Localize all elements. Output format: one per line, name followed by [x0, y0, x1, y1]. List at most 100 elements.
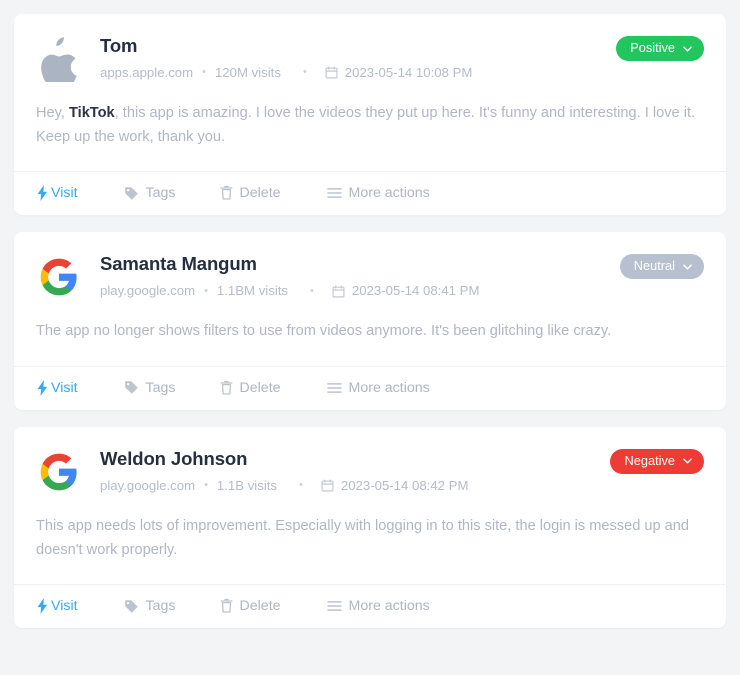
review-date: 2023-05-14 08:41 PM — [351, 283, 480, 299]
review-body-suffix: This app needs lots of improvement. Espe… — [36, 517, 690, 558]
sentiment-label: Positive — [630, 40, 675, 56]
review-site: play.google.com — [100, 478, 196, 494]
review-meta: play.google.com • 1.1B visits • 2023-05-… — [100, 479, 596, 492]
meta-separator-dot: • — [310, 284, 314, 297]
meta-separator-dot: • — [204, 479, 208, 492]
trash-icon — [219, 185, 233, 201]
calendar-icon — [325, 66, 338, 79]
sentiment-badge[interactable]: Negative — [610, 448, 704, 474]
review-body: Hey, TikTok, this app is amazing. I love… — [36, 102, 704, 149]
meta-separator-dot: • — [299, 479, 303, 492]
google-logo-icon — [36, 254, 82, 300]
tags-label: Tags — [145, 379, 176, 396]
review-header: Samanta Mangum play.google.com • 1.1BM v… — [36, 252, 704, 300]
review-card-content: Samanta Mangum play.google.com • 1.1BM v… — [14, 232, 726, 366]
review-meta: apps.apple.com • 120M visits • 2023-05-1… — [100, 66, 602, 79]
chevron-down-icon — [683, 458, 692, 464]
calendar-icon — [332, 285, 345, 298]
visit-button[interactable]: Visit — [36, 598, 78, 615]
lightning-bolt-icon — [36, 598, 49, 615]
review-date-wrap: 2023-05-14 08:42 PM — [321, 478, 469, 494]
delete-button[interactable]: Delete — [219, 185, 281, 202]
tag-icon — [124, 380, 139, 395]
card-action-bar: Visit Tags Delete More actions — [14, 172, 726, 215]
more-actions-button[interactable]: More actions — [326, 185, 430, 202]
meta-separator-dot: • — [202, 66, 206, 79]
more-actions-label: More actions — [348, 598, 430, 615]
review-date: 2023-05-14 10:08 PM — [344, 65, 473, 81]
sentiment-label: Negative — [624, 453, 675, 469]
review-identity: Samanta Mangum play.google.com • 1.1BM v… — [100, 252, 606, 297]
review-date: 2023-05-14 08:42 PM — [340, 478, 469, 494]
delete-label: Delete — [239, 598, 281, 615]
tags-label: Tags — [145, 185, 176, 202]
review-card: Tom apps.apple.com • 120M visits • 2023-… — [14, 14, 726, 216]
delete-button[interactable]: Delete — [219, 598, 281, 615]
lightning-bolt-icon — [36, 185, 49, 202]
card-action-bar: Visit Tags Delete More actions — [14, 367, 726, 410]
tags-button[interactable]: Tags — [124, 186, 176, 201]
delete-label: Delete — [239, 185, 281, 202]
review-visits: 1.1BM visits — [216, 283, 289, 299]
review-header: Tom apps.apple.com • 120M visits • 2023-… — [36, 34, 704, 82]
sentiment-label: Neutral — [633, 258, 675, 274]
trash-icon — [219, 380, 233, 396]
sentiment-badge[interactable]: Positive — [616, 36, 704, 61]
sentiment-badge[interactable]: Neutral — [619, 254, 704, 280]
hamburger-menu-icon — [326, 600, 342, 612]
review-feed: Tom apps.apple.com • 120M visits • 2023-… — [0, 0, 740, 642]
review-body-suffix: , this app is amazing. I love the videos… — [36, 105, 696, 145]
google-logo-icon — [36, 449, 82, 495]
review-card: Weldon Johnson play.google.com • 1.1B vi… — [14, 426, 726, 629]
tag-icon — [124, 186, 139, 201]
visit-button[interactable]: Visit — [36, 185, 78, 202]
more-actions-button[interactable]: More actions — [326, 379, 430, 396]
review-identity: Tom apps.apple.com • 120M visits • 2023-… — [100, 34, 602, 79]
review-body-highlight: TikTok — [68, 105, 115, 121]
tags-button[interactable]: Tags — [124, 380, 176, 395]
review-body: The app no longer shows filters to use f… — [36, 320, 704, 344]
calendar-icon — [321, 479, 334, 492]
lightning-bolt-icon — [36, 379, 49, 396]
delete-label: Delete — [239, 379, 281, 396]
card-action-bar: Visit Tags Delete More actions — [14, 585, 726, 628]
meta-separator-dot: • — [302, 66, 307, 79]
hamburger-menu-icon — [326, 382, 342, 394]
tags-label: Tags — [145, 598, 176, 615]
more-actions-button[interactable]: More actions — [326, 598, 430, 615]
review-date-wrap: 2023-05-14 10:08 PM — [325, 65, 473, 81]
review-site: play.google.com — [100, 283, 196, 299]
delete-button[interactable]: Delete — [219, 379, 281, 396]
more-actions-label: More actions — [348, 379, 430, 396]
review-header: Weldon Johnson play.google.com • 1.1B vi… — [36, 447, 704, 495]
review-visits: 1.1B visits — [216, 478, 278, 494]
hamburger-menu-icon — [326, 187, 342, 199]
review-body: This app needs lots of improvement. Espe… — [36, 515, 704, 562]
trash-icon — [219, 598, 233, 614]
reviewer-name: Weldon Johnson — [100, 447, 248, 469]
review-meta: play.google.com • 1.1BM visits • 2023-05… — [100, 284, 606, 297]
review-identity: Weldon Johnson play.google.com • 1.1B vi… — [100, 447, 596, 492]
review-visits: 120M visits — [214, 65, 281, 81]
review-card-content: Tom apps.apple.com • 120M visits • 2023-… — [14, 14, 726, 171]
more-actions-label: More actions — [348, 185, 430, 202]
reviewer-name: Tom — [100, 35, 138, 56]
visit-button[interactable]: Visit — [36, 379, 78, 396]
chevron-down-icon — [683, 264, 692, 270]
review-date-wrap: 2023-05-14 08:41 PM — [332, 283, 480, 299]
visit-label: Visit — [51, 185, 78, 202]
tags-button[interactable]: Tags — [124, 599, 176, 614]
chevron-down-icon — [683, 45, 692, 52]
review-body-prefix: Hey, — [36, 105, 69, 121]
meta-separator-dot: • — [204, 284, 208, 297]
apple-logo-icon — [36, 36, 82, 82]
review-card: Samanta Mangum play.google.com • 1.1BM v… — [14, 232, 726, 410]
review-body-suffix: The app no longer shows filters to use f… — [36, 323, 612, 340]
review-site: apps.apple.com — [100, 65, 194, 81]
visit-label: Visit — [51, 379, 78, 396]
visit-label: Visit — [51, 598, 78, 615]
tag-icon — [124, 599, 139, 614]
